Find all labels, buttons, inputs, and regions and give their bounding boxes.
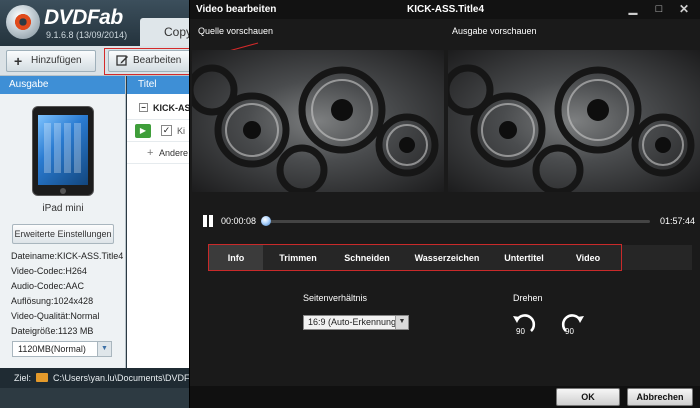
info-filename: Dateiname:KICK-ASS.Title4 (11, 251, 124, 261)
tab-trimmen[interactable]: Trimmen (263, 245, 333, 270)
aspect-ratio-select[interactable]: 16:9 (Auto-Erkennung) ▼ (303, 315, 409, 330)
advanced-settings-button[interactable]: Erweiterte Einstellungen (12, 224, 114, 244)
destination-label: Ziel: (14, 373, 32, 383)
output-info-list: Dateiname:KICK-ASS.Title4 Video-Codec:H2… (11, 249, 125, 339)
destination-path[interactable]: C:\Users\yan.lu\Documents\DVDFab (53, 373, 200, 383)
add-button[interactable]: + Hinzufügen (6, 50, 96, 72)
plus-icon: + (14, 53, 23, 69)
tab-untertitel[interactable]: Untertitel (493, 245, 555, 270)
chevron-down-icon: ▼ (395, 316, 408, 329)
playback-timeline: 00:00:08 01:57:44 (190, 210, 700, 232)
dvdfab-logo (6, 5, 40, 39)
tab-strip-filler (622, 245, 692, 270)
cancel-button[interactable]: Abbrechen (627, 388, 693, 406)
maximize-icon[interactable]: □ (652, 2, 666, 16)
output-preview (448, 50, 700, 192)
edit-button-highlight (104, 48, 196, 75)
source-preview (192, 50, 444, 192)
output-preview-label: Ausgabe vorschauen (452, 26, 537, 36)
title-row[interactable]: − KICK-ASS (127, 96, 197, 120)
other-row-label: Andere (159, 148, 189, 158)
pause-icon[interactable] (201, 215, 215, 227)
output-panel: Ausgabe iPad mini Erweiterte Einstellung… (0, 76, 126, 368)
chevron-down-icon: ▼ (97, 342, 111, 356)
ok-button[interactable]: OK (556, 388, 620, 406)
aspect-ratio-value: 16:9 (Auto-Erkennung) (308, 317, 400, 327)
track-checkbox[interactable]: ✓ (161, 125, 172, 136)
info-resolution: Auflösung:1024x428 (11, 296, 94, 306)
minimize-icon[interactable]: ▁ (626, 2, 640, 16)
rotate-right-button[interactable]: 90 (560, 312, 586, 338)
device-home-button (60, 188, 66, 194)
current-time: 00:00:08 (221, 216, 257, 226)
collapse-icon[interactable]: − (139, 103, 148, 112)
dialog-title-name: KICK-ASS.Title4 (406, 4, 485, 15)
tab-schneiden[interactable]: Schneiden (333, 245, 401, 270)
edit-tabs: Info Trimmen Schneiden Wasserzeichen Unt… (208, 244, 622, 271)
track-row[interactable]: ▶ ✓ Ki (127, 120, 197, 142)
app-version: 9.1.6.8 (13/09/2014) (46, 30, 128, 40)
seek-handle[interactable] (260, 216, 271, 226)
total-time: 01:57:44 (660, 216, 696, 226)
rotate-left-degrees: 90 (516, 327, 525, 336)
aspect-ratio-label: Seitenverhältnis (303, 293, 368, 303)
seek-bar[interactable] (262, 220, 650, 223)
size-select-value: 1120MB(Normal) (18, 344, 86, 354)
brand-name: DVDFab (44, 6, 123, 29)
source-preview-frame (192, 64, 439, 192)
close-icon[interactable]: ✕ (677, 2, 691, 16)
output-preview-frame (448, 64, 695, 192)
video-edit-dialog: Video bearbeiten KICK-ASS.Title4 ▁ □ ✕ Q… (189, 0, 700, 408)
output-panel-header: Ausgabe (0, 76, 125, 94)
info-video-codec: Video-Codec:H264 (11, 266, 87, 276)
title-list-panel: Titel − KICK-ASS ▶ ✓ Ki + Andere (127, 76, 197, 368)
title-column-header: Titel (127, 76, 197, 94)
device-name: iPad mini (42, 203, 84, 214)
track-row-label: Ki (177, 126, 186, 136)
expand-icon[interactable]: + (147, 147, 153, 159)
device-image (32, 106, 94, 196)
folder-icon[interactable] (36, 373, 48, 382)
tab-info[interactable]: Info (209, 245, 263, 270)
dialog-title-bar: Video bearbeiten KICK-ASS.Title4 ▁ □ ✕ (190, 0, 700, 19)
other-row[interactable]: + Andere (127, 142, 197, 164)
rotate-right-degrees: 90 (565, 327, 574, 336)
info-video-quality: Video-Qualität:Normal (11, 311, 100, 321)
play-icon[interactable]: ▶ (135, 124, 151, 138)
tab-video[interactable]: Video (555, 245, 621, 270)
add-button-label: Hinzufügen (31, 55, 82, 66)
info-filesize: Dateigröße:1123 MB (11, 326, 94, 336)
tab-wasserzeichen[interactable]: Wasserzeichen (401, 245, 493, 270)
device-screen (38, 115, 88, 185)
dialog-footer: OK Abbrechen (190, 386, 700, 408)
rotate-left-button[interactable]: 90 (511, 312, 537, 338)
size-select[interactable]: 1120MB(Normal) ▼ (12, 341, 112, 357)
info-audio-codec: Audio-Codec:AAC (11, 281, 85, 291)
rotate-label: Drehen (513, 293, 543, 303)
